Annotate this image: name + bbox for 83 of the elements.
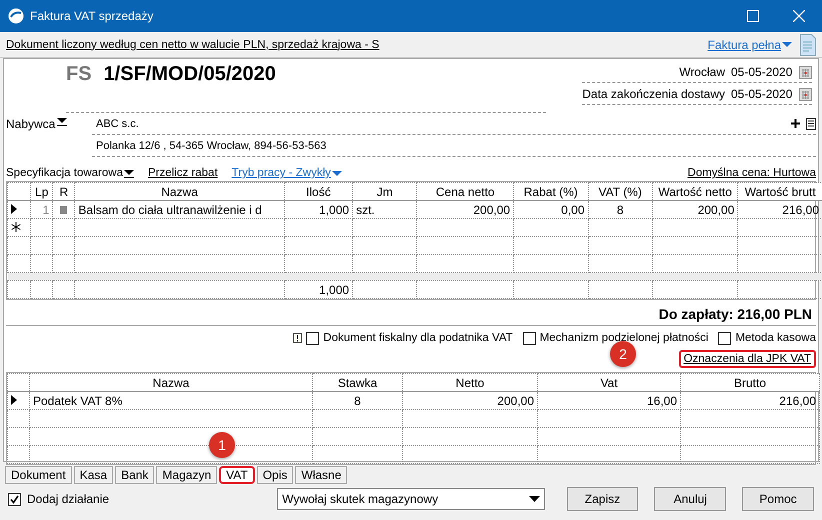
caret-icon[interactable] [57,117,68,126]
field-label: Data zakończenia dostawy [582,87,725,101]
list-icon[interactable] [806,118,816,130]
checkbox[interactable] [718,332,732,344]
recalculate-discount-link[interactable]: Przelicz rabat [148,167,218,179]
table-cell: 216,00 [680,392,820,410]
calendar-icon[interactable] [799,66,812,78]
column-header: Ilość [284,182,353,200]
column-header: Rabat (%) [514,182,588,200]
column-header: R [52,182,75,200]
date-field[interactable]: 05-05-2020 [731,87,793,101]
caret-icon [782,41,792,48]
column-header: Nazwa [74,182,284,200]
buyer-address: Polanka 12/6 , 54-365 Wrocław, 894-56-53-563 [96,140,326,152]
checkbox-label: Metoda kasowa [735,332,816,344]
table-cell: Balsam do ciała ultranawilżenie i d [74,200,284,218]
column-header: Stawka [312,374,402,392]
document-icon [800,34,816,56]
caret-icon [332,170,342,176]
buyer-name-field[interactable]: ABC s.c. [96,118,139,130]
pricing-info-link[interactable]: Dokument liczony według cen netto w walucie PLN, sprzedaż krajowa - S [6,38,380,50]
tab[interactable]: Własne [295,466,348,484]
column-header: VAT (%) [588,182,652,200]
document-type: FS [66,63,92,86]
warehouse-dropdown[interactable]: Wywołaj skutek magazynowy [277,488,545,510]
column-header: Brutto [680,374,820,392]
column-header: Wartość brutt [738,182,822,200]
checkbox[interactable] [522,332,536,344]
table-cell: 16,00 [538,392,680,410]
maximize-button[interactable] [747,10,759,22]
square-icon [60,206,68,214]
table-cell: 8 [588,200,652,218]
column-header: Nazwa [30,374,312,392]
jpk-markings-button[interactable]: Oznaczenia dla JPK VAT [678,350,816,368]
work-mode-dropdown[interactable]: Tryb pracy - Zwykły [232,167,342,179]
tab[interactable]: Kasa [74,466,114,484]
checkbox-label: Dokument fiskalny dla podatnika VAT [323,332,513,344]
table-cell: 1,000 [284,200,353,218]
column-header: Netto [402,374,538,392]
column-header: Lp [30,182,53,200]
invoice-type-dropdown[interactable]: Faktura pełna [708,38,792,52]
tab[interactable]: Bank [115,466,154,484]
caret-icon [528,496,540,502]
table-cell: 200,00 [652,200,738,218]
default-price-link[interactable]: Domyślna cena: Hurtowa [688,167,816,179]
note-icon [293,333,302,343]
column-header: Jm [352,182,417,200]
checkbox-label: Mechanizm podzielonej płatności [540,332,708,344]
specification-dropdown[interactable]: Specyfikacja towarowa [6,167,134,179]
tab[interactable]: VAT [219,466,255,484]
check-icon [10,494,19,504]
table-cell: 200,00 [416,200,514,218]
total-quantity: 1,000 [284,280,353,298]
checkbox[interactable] [8,492,21,506]
amount-due: Do zapłaty: 216,00 PLN [6,300,816,326]
table-cell: 200,00 [402,392,538,410]
table-cell: szt. [352,200,417,218]
caret-icon [124,168,134,178]
dialog-button[interactable]: Pomoc [742,487,814,511]
window-title: Faktura VAT sprzedaży [30,9,154,23]
column-header: Vat [538,374,680,392]
column-header: Cena netto [416,182,514,200]
close-button[interactable] [793,10,805,22]
document-number: 1/SF/MOD/05/2020 [104,63,276,86]
tab[interactable]: Opis [256,466,294,484]
column-header: Wartość netto [652,182,738,200]
new-row-icon [11,222,21,232]
tab[interactable]: Dokument [5,466,72,484]
table-cell: 8 [312,392,402,410]
dialog-button[interactable]: Zapisz [566,487,638,511]
checkbox-label: Dodaj działanie [27,492,110,506]
dialog-button[interactable]: Anuluj [654,487,726,511]
date-field[interactable]: 05-05-2020 [731,65,793,79]
table-cell: 0,00 [514,200,588,218]
checkbox[interactable] [306,332,320,344]
calendar-icon[interactable] [799,88,812,100]
buyer-dropdown[interactable]: Nabywca [6,117,56,131]
app-logo-icon [8,8,24,24]
tab[interactable]: Magazyn [156,466,218,484]
place-label: Wrocław [679,65,725,79]
table-cell: 1 [30,200,53,218]
table-cell: Podatek VAT 8% [30,392,312,410]
plus-icon[interactable] [791,119,800,128]
